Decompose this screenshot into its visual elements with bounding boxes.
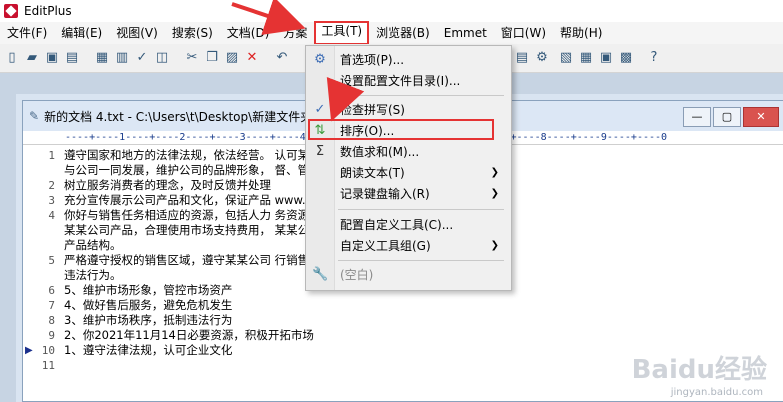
menu-item-record-keys[interactable]: 记录键盘输入(R) ❯ — [306, 184, 511, 204]
menu-item-label: 自定义工具组(G) — [340, 239, 431, 253]
cliptext-icon[interactable]: ▧ — [558, 50, 574, 66]
line-number: 7 — [48, 299, 55, 312]
menu-item-label: 配置自定义工具(C)... — [340, 218, 454, 232]
line-number: 11 — [41, 359, 55, 372]
chevron-right-icon: ❯ — [490, 167, 499, 178]
line-number: 5 — [48, 254, 55, 267]
line-number: 4 — [48, 209, 55, 222]
print-icon[interactable]: ▥ — [114, 50, 130, 66]
settings-icon[interactable]: ⚙ — [534, 50, 550, 66]
print-preview-icon[interactable]: ▦ — [94, 50, 110, 66]
word-wrap-icon[interactable]: ▤ — [514, 50, 530, 66]
menu-separator — [338, 260, 504, 261]
menu-search[interactable]: 搜索(S) — [165, 23, 220, 43]
delete-icon[interactable]: ✕ — [244, 50, 260, 66]
paste-icon[interactable]: ▨ — [224, 50, 240, 66]
line-text: 1、遵守法律法规，认可企业文化 — [64, 343, 233, 357]
spellcheck-toolbar-icon[interactable]: ✓ — [134, 50, 150, 66]
line-number: 9 — [48, 329, 55, 342]
line-number: 6 — [48, 284, 55, 297]
menu-file[interactable]: 文件(F) — [0, 23, 54, 43]
sort-highlight-box — [308, 119, 494, 140]
save-icon[interactable]: ▣ — [44, 50, 60, 66]
minimize-button[interactable]: — — [683, 107, 711, 127]
line-text: 产品结构。 — [64, 238, 122, 252]
line-text: 2、你2021年11月14日必要资源，积极开拓市场 — [64, 328, 314, 342]
line-text: 3、维护市场秩序，抵制违法行为 — [64, 313, 233, 327]
menu-emmet[interactable]: Emmet — [437, 23, 494, 43]
line-number: 8 — [48, 314, 55, 327]
copy-icon[interactable]: ❐ — [204, 50, 220, 66]
menu-item-label: 设置配置文件目录(I)... — [340, 74, 461, 88]
menu-item-empty: 🔧 (空白) — [306, 265, 511, 285]
spellcheck-icon: ✓ — [314, 102, 326, 117]
menu-project[interactable]: 方案 — [276, 23, 314, 43]
maximize-button[interactable]: ▢ — [713, 107, 741, 127]
menu-item-preferences[interactable]: ⚙ 首选项(P)... — [306, 50, 511, 70]
open-folder-icon[interactable]: ▰ — [24, 50, 40, 66]
app-title: EditPlus — [24, 4, 72, 18]
sum-icon: Σ — [315, 144, 325, 159]
menu-item-label: 首选项(P)... — [340, 53, 405, 67]
editor-line: 7 4、做好售后服务，避免危机发生 — [23, 298, 763, 313]
menu-item-user-tool-groups[interactable]: 自定义工具组(G) ❯ — [306, 236, 511, 256]
editor-line: 8 3、维护市场秩序，抵制违法行为 — [23, 313, 763, 328]
menu-item-configure-user-tools[interactable]: 配置自定义工具(C)... — [306, 215, 511, 235]
line-text: 树立服务消费者的理念，及时反馈并处理 — [64, 178, 271, 192]
help-icon[interactable]: ? — [646, 50, 662, 66]
new-file-icon[interactable]: ▯ — [4, 50, 20, 66]
directory-icon[interactable]: ▦ — [578, 50, 594, 66]
line-text: 5、维护市场形象，管控市场资产 — [64, 283, 233, 297]
menu-edit[interactable]: 编辑(E) — [54, 23, 109, 43]
document-title: 新的文档 4.txt - C:\Users\t\Desktop\新建文件夹 — [44, 109, 313, 124]
menu-browser[interactable]: 浏览器(B) — [369, 23, 437, 43]
menu-separator — [338, 95, 504, 96]
menu-item-read-aloud[interactable]: 朗读文本(T) ❯ — [306, 163, 511, 183]
close-button[interactable]: ✕ — [743, 107, 779, 127]
editor-line: 9 2、你2021年11月14日必要资源，积极开拓市场 — [23, 328, 763, 343]
undo-icon[interactable]: ↶ — [274, 50, 290, 66]
menu-item-spellcheck[interactable]: ✓ 检查拼写(S) — [306, 100, 511, 120]
line-number: 2 — [48, 179, 55, 192]
menu-window[interactable]: 窗口(W) — [494, 23, 553, 43]
menu-document[interactable]: 文档(D) — [220, 23, 277, 43]
watermark-url: jingyan.baidu.com — [670, 387, 763, 398]
menu-view[interactable]: 视图(V) — [109, 23, 165, 43]
menu-bar: 文件(F) 编辑(E) 视图(V) 搜索(S) 文档(D) 方案 工具(T) 浏… — [0, 21, 783, 45]
menu-help[interactable]: 帮助(H) — [553, 23, 609, 43]
menu-item-label: (空白) — [340, 268, 374, 282]
editplus-logo-icon — [4, 4, 18, 18]
menu-item-config-dir[interactable]: 设置配置文件目录(I)... — [306, 71, 511, 91]
line-text: 违法行为。 — [64, 268, 122, 282]
cut-icon[interactable]: ✂ — [184, 50, 200, 66]
line-text: 4、做好售后服务，避免危机发生 — [64, 298, 233, 312]
menu-item-sum[interactable]: Σ 数值求和(M)... — [306, 142, 511, 162]
menu-item-label: 朗读文本(T) — [340, 166, 405, 180]
menu-item-label: 检查拼写(S) — [340, 103, 405, 117]
line-number: 10 — [41, 344, 55, 357]
menu-separator — [338, 209, 504, 210]
browser-preview-icon[interactable]: ◫ — [154, 50, 170, 66]
linenumber-toggle-icon[interactable]: ▩ — [618, 50, 634, 66]
chevron-right-icon: ❯ — [490, 188, 499, 199]
line-number: 1 — [48, 149, 55, 162]
ruler-toggle-icon[interactable]: ▣ — [598, 50, 614, 66]
pencil-icon: ✎ — [29, 109, 40, 123]
menu-item-label: 记录键盘输入(R) — [340, 187, 430, 201]
save-all-icon[interactable]: ▤ — [64, 50, 80, 66]
chevron-right-icon: ❯ — [490, 240, 499, 251]
gear-icon: ⚙ — [314, 52, 326, 67]
tools-dropdown-menu: ⚙ 首选项(P)... 设置配置文件目录(I)... ✓ 检查拼写(S) ⇅ 排… — [305, 45, 512, 291]
line-number: 3 — [48, 194, 55, 207]
wrench-icon: 🔧 — [312, 267, 329, 282]
app-titlebar: EditPlus — [0, 0, 783, 22]
baidu-watermark-logo: Baidu经验 — [631, 355, 767, 385]
menu-tools[interactable]: 工具(T) — [314, 21, 370, 45]
menu-item-label: 数值求和(M)... — [340, 145, 420, 159]
